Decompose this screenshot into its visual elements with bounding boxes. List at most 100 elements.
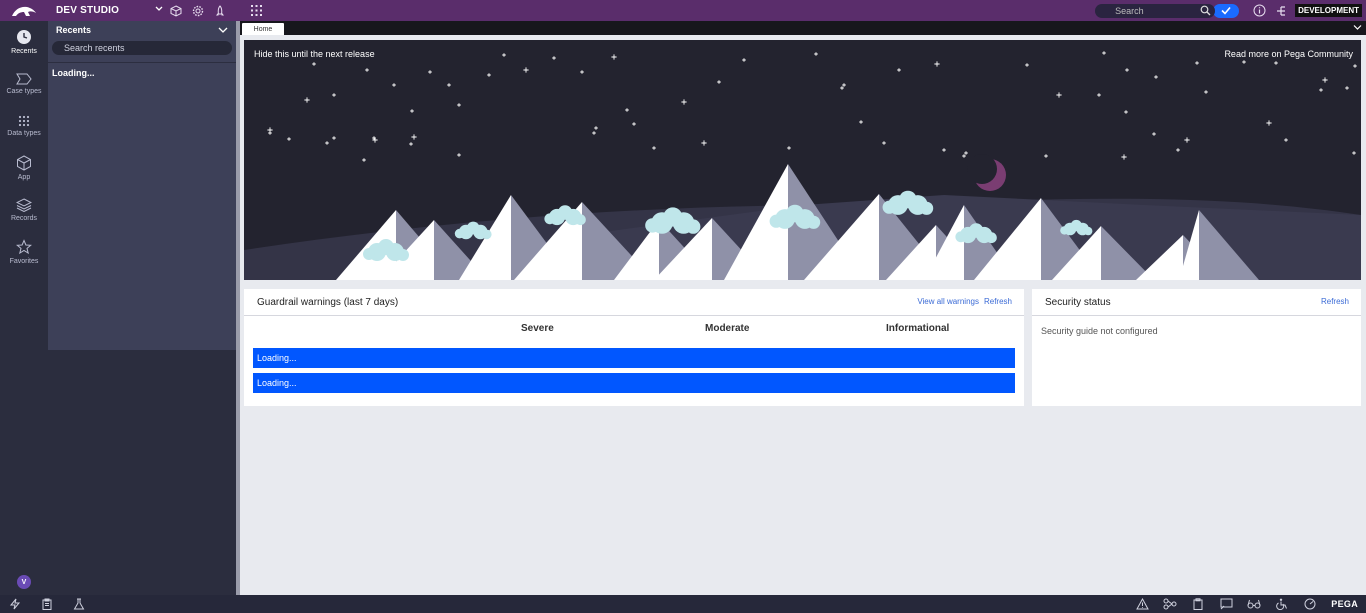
- cloud-decoration: [397, 249, 409, 261]
- cloud-decoration: [575, 214, 586, 226]
- tracer-button[interactable]: [8, 597, 22, 611]
- star-decoration: [1125, 68, 1129, 72]
- hero-banner: Hide this until the next release Read mo…: [244, 40, 1361, 280]
- security-card: Security status Refresh Security guide n…: [1032, 289, 1361, 406]
- star-decoration: [1176, 148, 1180, 152]
- star-decoration: [1124, 110, 1128, 114]
- settings-button[interactable]: [190, 3, 206, 19]
- guardrail-card: Guardrail warnings (last 7 days) View al…: [244, 289, 1024, 406]
- star-decoration: [897, 68, 901, 72]
- cloud-decoration: [544, 213, 556, 225]
- star-decoration: [942, 148, 946, 152]
- hierarchy-icon: [1277, 5, 1286, 16]
- checkin-toggle[interactable]: [1213, 3, 1240, 18]
- star-decoration: [312, 62, 316, 66]
- star-decoration: [268, 131, 272, 135]
- rail-item-app[interactable]: App: [0, 147, 48, 189]
- star-decoration: [365, 68, 369, 72]
- star-decoration: [742, 58, 746, 62]
- security-refresh-link[interactable]: Refresh: [1321, 297, 1349, 306]
- star-decoration: [611, 54, 617, 60]
- star-decoration: [1322, 77, 1328, 83]
- guardrail-refresh-link[interactable]: Refresh: [984, 297, 1012, 306]
- rail-item-records[interactable]: Records: [0, 189, 48, 231]
- star-decoration: [962, 154, 966, 158]
- app-launcher-button[interactable]: [248, 3, 264, 19]
- pega-logo-icon: [12, 6, 36, 16]
- tab-home[interactable]: Home: [242, 23, 284, 35]
- security-title: Security status: [1045, 296, 1111, 308]
- flow-button[interactable]: [1163, 597, 1177, 611]
- case-type-icon: [16, 73, 32, 85]
- star-decoration: [701, 140, 707, 146]
- cube-button[interactable]: [168, 3, 184, 19]
- chevron-down-icon[interactable]: [1353, 24, 1362, 31]
- recents-search-input[interactable]: Search recents: [52, 41, 232, 55]
- loading-row: Loading...: [253, 348, 1015, 368]
- cloud-decoration: [986, 232, 997, 244]
- star-decoration: [625, 108, 629, 112]
- star-decoration: [1154, 75, 1158, 79]
- search-input[interactable]: Search: [1095, 3, 1216, 18]
- launch-button[interactable]: [212, 3, 228, 19]
- hierarchy-button[interactable]: [1273, 3, 1289, 19]
- star-decoration: [787, 146, 791, 150]
- recents-header: Recents: [48, 21, 236, 39]
- star-decoration: [842, 83, 846, 87]
- warnings-button[interactable]: [1135, 597, 1149, 611]
- cloud-decoration: [882, 200, 896, 214]
- glasses-icon: [1247, 599, 1261, 609]
- star-decoration: [457, 103, 461, 107]
- layers-icon: [16, 198, 32, 212]
- rail-item-recents[interactable]: Recents: [0, 21, 48, 63]
- star-decoration: [934, 61, 940, 67]
- security-message: Security guide not configured: [1041, 326, 1158, 336]
- flow-icon: [1163, 598, 1177, 610]
- star-decoration: [410, 109, 414, 113]
- check-icon: [1221, 6, 1231, 15]
- star-decoration: [681, 99, 687, 105]
- star-decoration: [1284, 138, 1288, 142]
- rail-item-case-types[interactable]: Case types: [0, 63, 48, 105]
- star-decoration: [840, 86, 844, 90]
- view-all-warnings-link[interactable]: View all warnings: [917, 297, 979, 306]
- clipboard-button[interactable]: [40, 597, 54, 611]
- gear-icon: [192, 5, 204, 16]
- mountain-illustration: [244, 51, 1361, 280]
- cloud-decoration: [482, 229, 492, 240]
- pega-logo[interactable]: [0, 0, 48, 21]
- cloud-decoration: [955, 231, 967, 243]
- star-decoration: [1195, 61, 1199, 65]
- test-button[interactable]: [72, 597, 86, 611]
- star-decoration: [594, 126, 598, 130]
- hide-banner-link[interactable]: Hide this until the next release: [254, 49, 375, 59]
- star-decoration: [409, 142, 413, 146]
- main-area: Home Hide this until the next release Re…: [240, 21, 1366, 595]
- rail-label-data-types: Data types: [7, 130, 41, 137]
- chevron-down-icon[interactable]: [218, 26, 228, 34]
- info-button[interactable]: [1251, 3, 1267, 19]
- performance-button[interactable]: [1303, 597, 1317, 611]
- rail-item-data-types[interactable]: Data types: [0, 105, 48, 147]
- star-decoration: [392, 83, 396, 87]
- star-decoration: [1044, 154, 1048, 158]
- star-decoration: [487, 73, 491, 77]
- star-decoration: [552, 56, 556, 60]
- gauge-icon: [1304, 598, 1316, 610]
- clipboard-tool-button[interactable]: [1191, 597, 1205, 611]
- left-nav-rail: Recents Case types Data types App Record…: [0, 21, 48, 595]
- cloud-decoration: [920, 201, 934, 215]
- top-bar: DEV STUDIO Search DEVELOPMENT: [0, 0, 1366, 21]
- rail-item-favorites[interactable]: Favorites: [0, 231, 48, 273]
- cloud-decoration: [1084, 226, 1093, 236]
- pega-community-link[interactable]: Read more on Pega Community: [1224, 49, 1353, 59]
- studio-switcher[interactable]: DEV STUDIO: [48, 0, 168, 21]
- avatar[interactable]: V: [17, 575, 31, 589]
- inspector-button[interactable]: [1247, 597, 1261, 611]
- star-decoration: [447, 83, 451, 87]
- cube-icon: [17, 155, 31, 171]
- presentation-button[interactable]: [1219, 597, 1233, 611]
- guardrail-header: Guardrail warnings (last 7 days) View al…: [244, 289, 1024, 316]
- accessibility-button[interactable]: [1275, 597, 1289, 611]
- star-decoration: [1266, 120, 1272, 126]
